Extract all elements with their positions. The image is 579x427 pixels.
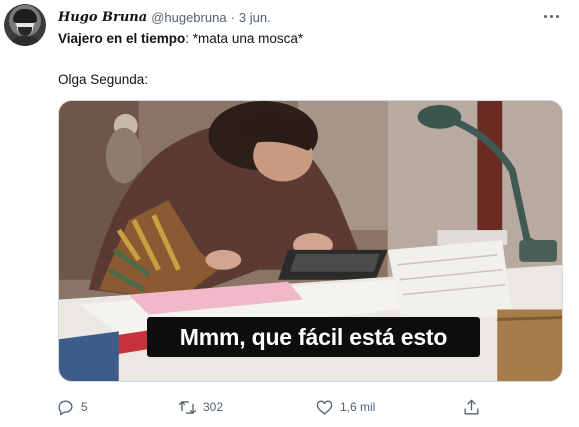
retweet-icon — [178, 400, 197, 414]
retweet-button[interactable]: 302 — [178, 396, 223, 418]
like-icon — [316, 399, 333, 415]
share-icon — [464, 399, 479, 415]
tweet-text-line1: Viajero en el tiempo: *mata una mosca* — [58, 31, 303, 46]
more-icon[interactable] — [541, 8, 561, 24]
tweet-text-bold: Viajero en el tiempo — [58, 31, 186, 46]
share-button[interactable] — [462, 396, 481, 418]
separator-dot: · — [230, 9, 235, 25]
reply-icon — [58, 399, 73, 415]
tweet-media[interactable]: Mmm, que fácil está esto — [58, 100, 563, 382]
like-button[interactable]: 1,6 mil — [315, 396, 375, 418]
reply-button[interactable]: 5 — [56, 396, 88, 418]
like-count: 1,6 mil — [340, 400, 376, 414]
tweet-text-rest: : *mata una mosca* — [185, 31, 304, 46]
avatar[interactable] — [4, 4, 46, 46]
retweet-count: 302 — [203, 400, 224, 414]
tweet-header: Hugo Bruna @hugebruna · 3 jun. — [58, 8, 539, 26]
tweet-text-line2: Olga Segunda: — [58, 72, 149, 87]
action-bar: 5 302 1,6 mil — [56, 396, 486, 418]
reply-count: 5 — [81, 400, 88, 414]
user-handle[interactable]: @hugebruna — [151, 10, 226, 25]
video-subtitle: Mmm, que fácil está esto — [147, 317, 480, 357]
display-name[interactable]: Hugo Bruna — [58, 10, 147, 25]
tweet-date[interactable]: 3 jun. — [239, 10, 271, 25]
